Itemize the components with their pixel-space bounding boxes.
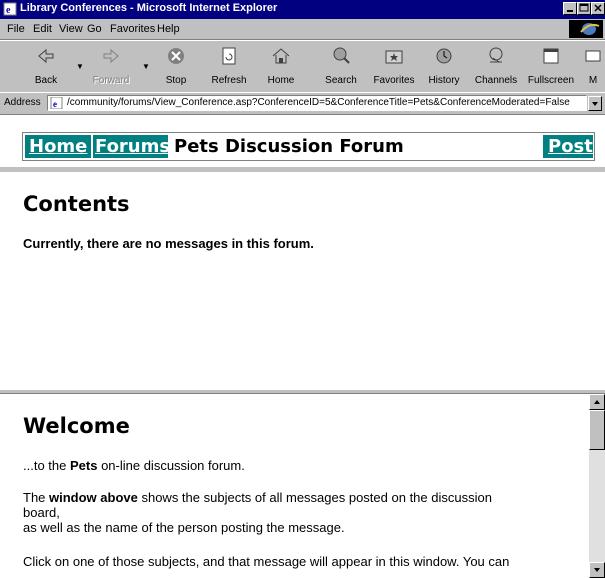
menu-edit[interactable]: Edit — [33, 23, 52, 35]
address-url: /community/forums/View_Conference.asp?Co… — [67, 97, 570, 108]
explanation-post: shows the subjects of all messages poste… — [137, 490, 492, 505]
page-icon: e — [50, 97, 63, 109]
window-title: Library Conferences - Microsoft Internet… — [20, 2, 278, 14]
home-icon — [272, 48, 290, 64]
toolbar: Back ▼ Forward ▼ Stop Refresh Home Searc… — [0, 40, 605, 93]
back-label: Back — [34, 75, 58, 86]
home-link[interactable]: Home — [25, 135, 91, 158]
post-link[interactable]: Post — [543, 135, 593, 158]
welcome-instructions: Click on one of those subjects, and that… — [23, 554, 510, 569]
chevron-up-icon — [594, 400, 600, 404]
channels-button[interactable]: Channels — [470, 44, 522, 90]
menu-go[interactable]: Go — [87, 23, 102, 35]
welcome-heading: Welcome — [23, 414, 130, 438]
history-button[interactable]: History — [418, 44, 470, 90]
menu-bar: File Edit View Go Favorites Help — [0, 19, 605, 40]
fullscreen-label: Fullscreen — [527, 75, 575, 86]
refresh-label: Refresh — [211, 75, 247, 86]
menu-file[interactable]: File — [7, 23, 25, 35]
svg-text:e: e — [53, 99, 57, 109]
title-bar[interactable]: e Library Conferences - Microsoft Intern… — [0, 0, 605, 19]
menu-help[interactable]: Help — [157, 23, 180, 35]
no-messages-text: Currently, there are no messages in this… — [23, 236, 314, 251]
maximize-icon — [579, 3, 589, 12]
fullscreen-button[interactable]: Fullscreen — [525, 44, 577, 90]
channels-label: Channels — [474, 75, 518, 86]
forums-link[interactable]: Forums — [93, 135, 170, 158]
back-dropdown-icon[interactable]: ▼ — [76, 62, 84, 71]
welcome-explanation-line3: as well as the name of the person postin… — [23, 520, 345, 535]
welcome-intro: ...to the Pets on-line discussion forum. — [23, 458, 245, 474]
channels-icon — [489, 47, 503, 63]
address-dropdown-button[interactable] — [588, 96, 602, 111]
stop-icon — [168, 48, 184, 64]
welcome-explanation-line2: board, — [23, 505, 60, 520]
welcome-explanation-line1: The window above shows the subjects of a… — [23, 490, 492, 506]
navigation-frame: Home Forums Pets Discussion Forum Post — [0, 115, 605, 170]
favorites-icon — [385, 50, 403, 64]
back-arrow-icon — [38, 48, 54, 64]
ie-logo-icon — [569, 20, 603, 38]
mail-icon — [585, 50, 601, 62]
forum-title: Pets Discussion Forum — [174, 136, 404, 157]
stop-label: Stop — [165, 75, 187, 86]
mail-label: M — [588, 75, 598, 86]
scroll-up-button[interactable] — [589, 394, 605, 410]
favorites-button[interactable]: Favorites — [368, 44, 420, 90]
minimize-button[interactable] — [563, 2, 577, 15]
mail-button[interactable]: M — [578, 44, 605, 90]
chevron-down-icon — [594, 568, 600, 572]
window-above-bold: window above — [49, 490, 138, 505]
contents-frame: Contents Currently, there are no message… — [0, 172, 605, 389]
svg-text:e: e — [6, 5, 11, 16]
close-icon — [594, 4, 602, 12]
vertical-scrollbar[interactable] — [589, 394, 605, 578]
maximize-button[interactable] — [577, 2, 591, 15]
close-button[interactable] — [591, 2, 605, 15]
forward-arrow-icon — [103, 48, 119, 64]
chevron-down-icon — [592, 102, 598, 106]
home-button[interactable]: Home — [255, 44, 307, 90]
forward-button[interactable]: Forward — [85, 44, 137, 90]
explanation-pre: The — [23, 490, 50, 505]
menu-favorites[interactable]: Favorites — [110, 23, 155, 35]
search-icon — [333, 47, 350, 64]
fullscreen-icon — [543, 48, 559, 64]
history-label: History — [428, 75, 460, 86]
ie-page-icon: e — [3, 2, 17, 16]
search-label: Search — [325, 75, 357, 86]
history-icon — [436, 48, 452, 64]
refresh-button[interactable]: Refresh — [203, 44, 255, 90]
scroll-thumb[interactable] — [589, 410, 605, 450]
scroll-down-button[interactable] — [589, 562, 605, 578]
favorites-label: Favorites — [373, 75, 415, 86]
browser-window: e Library Conferences - Microsoft Intern… — [0, 0, 605, 578]
forum-nav-bar: Home Forums Pets Discussion Forum Post — [22, 132, 595, 161]
contents-heading: Contents — [23, 192, 130, 216]
address-bar: Address e /community/forums/View_Confere… — [0, 92, 605, 115]
forward-label: Forward — [92, 75, 130, 86]
address-input[interactable]: e /community/forums/View_Conference.asp?… — [47, 95, 587, 111]
back-button[interactable]: Back — [20, 44, 72, 90]
intro-text-post: on-line discussion forum. — [97, 458, 245, 473]
forum-name-bold: Pets — [69, 458, 98, 473]
intro-text-pre: ...to the — [23, 458, 70, 473]
refresh-icon — [222, 47, 236, 65]
home-label: Home — [267, 75, 295, 86]
address-label: Address — [4, 97, 41, 108]
minimize-icon — [567, 10, 573, 12]
welcome-frame: Welcome ...to the Pets on-line discussio… — [0, 394, 605, 578]
forward-dropdown-icon[interactable]: ▼ — [142, 62, 150, 71]
menu-view[interactable]: View — [59, 23, 83, 35]
stop-button[interactable]: Stop — [150, 44, 202, 90]
search-button[interactable]: Search — [315, 44, 367, 90]
